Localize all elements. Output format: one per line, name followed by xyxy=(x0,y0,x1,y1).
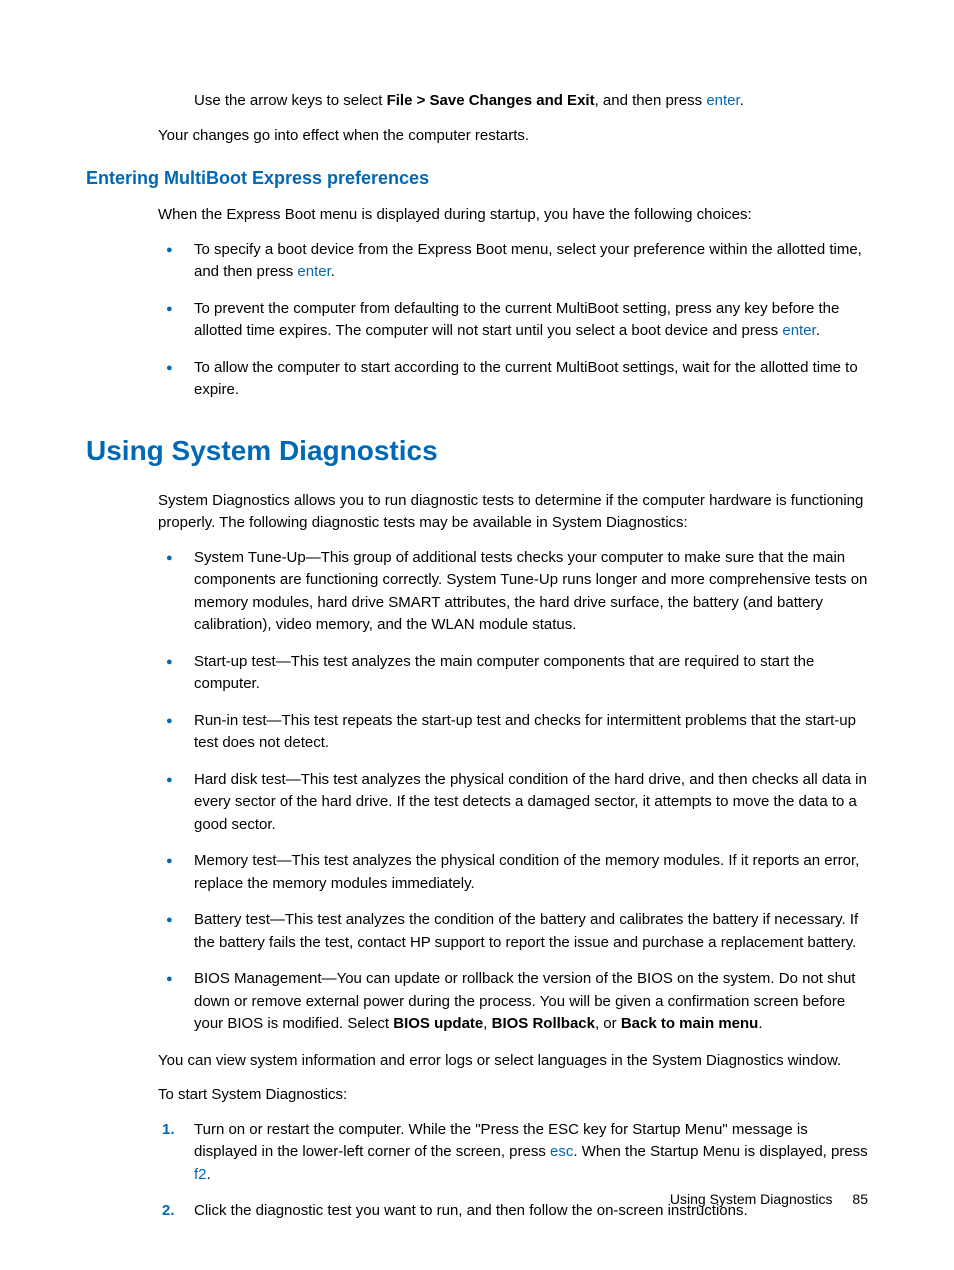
text: , or xyxy=(595,1015,621,1032)
text: . xyxy=(758,1015,762,1032)
text: , and then press xyxy=(595,92,707,109)
bold-text: BIOS update xyxy=(393,1015,483,1032)
section1-bullets: To specify a boot device from the Expres… xyxy=(158,239,868,402)
text: . xyxy=(816,322,820,339)
bold-text: File > Save Changes and Exit xyxy=(387,92,595,109)
list-item: Memory test—This test analyzes the physi… xyxy=(158,850,868,895)
text: . xyxy=(740,92,744,109)
text: To specify a boot device from the Expres… xyxy=(194,241,862,281)
key-f2: f2 xyxy=(194,1166,207,1183)
heading-system-diagnostics: Using System Diagnostics xyxy=(86,430,868,472)
list-item: Run-in test—This test repeats the start-… xyxy=(158,710,868,755)
list-item: Start-up test—This test analyzes the mai… xyxy=(158,651,868,696)
section2-intro: System Diagnostics allows you to run dia… xyxy=(158,490,868,535)
text: . xyxy=(331,263,335,280)
intro-line-2: Your changes go into effect when the com… xyxy=(158,125,868,148)
key-enter: enter xyxy=(782,322,815,339)
bold-text: BIOS Rollback xyxy=(492,1015,595,1032)
footer-page-number: 85 xyxy=(852,1191,868,1207)
heading-multiboot-express: Entering MultiBoot Express preferences xyxy=(86,165,868,192)
section2-bullets: System Tune-Up—This group of additional … xyxy=(158,547,868,1036)
key-enter: enter xyxy=(706,92,739,109)
page-footer: Using System Diagnostics 85 xyxy=(670,1189,868,1210)
footer-title: Using System Diagnostics xyxy=(670,1191,833,1207)
text: . xyxy=(207,1166,211,1183)
list-item: To prevent the computer from defaulting … xyxy=(158,298,868,343)
text: To prevent the computer from defaulting … xyxy=(194,300,839,340)
list-item: To specify a boot device from the Expres… xyxy=(158,239,868,284)
key-enter: enter xyxy=(297,263,330,280)
list-item: Battery test—This test analyzes the cond… xyxy=(158,909,868,954)
list-item: Hard disk test—This test analyzes the ph… xyxy=(158,769,868,837)
key-esc: esc xyxy=(550,1143,573,1160)
text: , xyxy=(483,1015,491,1032)
text: . When the Startup Menu is displayed, pr… xyxy=(573,1143,867,1160)
list-item: To allow the computer to start according… xyxy=(158,357,868,402)
text: Use the arrow keys to select xyxy=(194,92,387,109)
section2-para-info: You can view system information and erro… xyxy=(158,1050,868,1073)
list-item: System Tune-Up—This group of additional … xyxy=(158,547,868,637)
section1-intro: When the Express Boot menu is displayed … xyxy=(158,204,868,227)
section2-para-start: To start System Diagnostics: xyxy=(158,1084,868,1107)
list-item: BIOS Management—You can update or rollba… xyxy=(158,968,868,1036)
bold-text: Back to main menu xyxy=(621,1015,759,1032)
intro-line-1: Use the arrow keys to select File > Save… xyxy=(194,90,868,113)
list-item: Turn on or restart the computer. While t… xyxy=(158,1119,868,1187)
